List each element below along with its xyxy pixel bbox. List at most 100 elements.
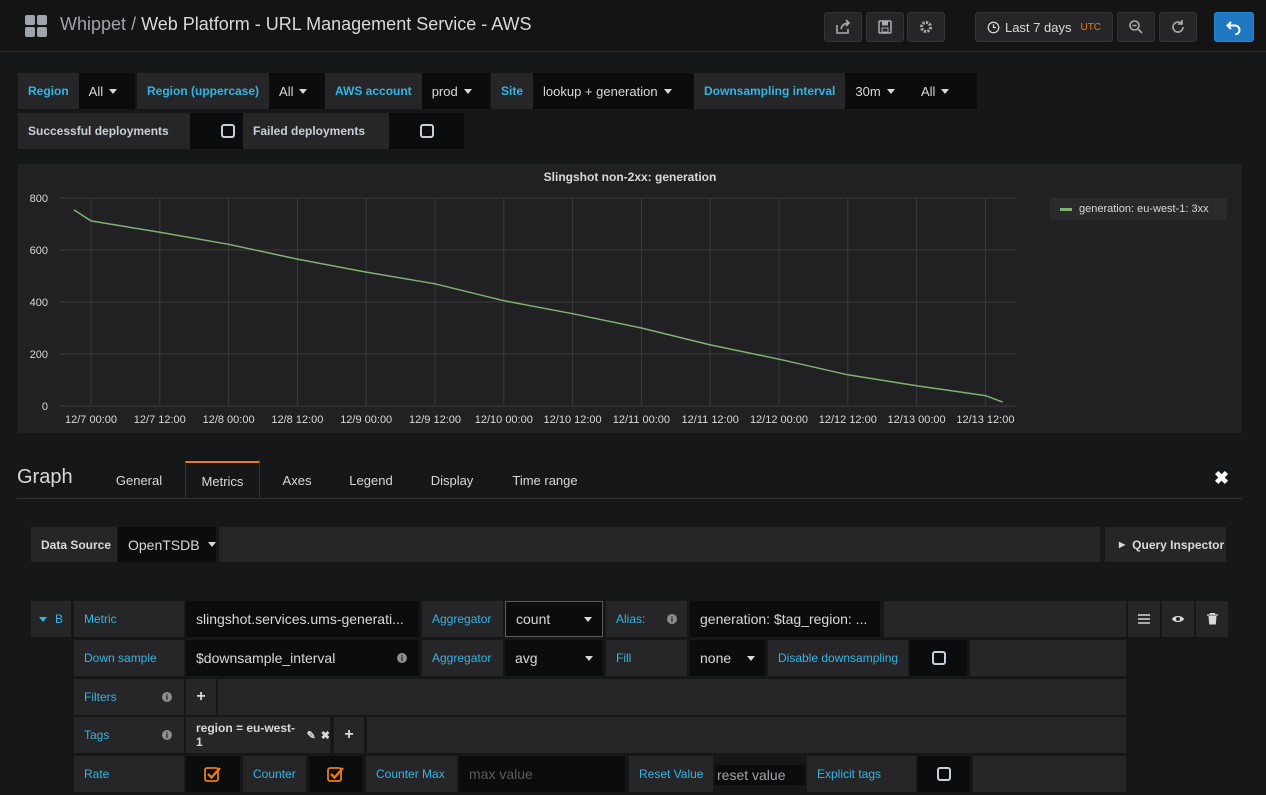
delete-query-button[interactable] bbox=[1196, 601, 1228, 637]
save-button[interactable] bbox=[866, 12, 904, 42]
variable-unnamed[interactable]: All bbox=[911, 73, 977, 109]
x-tick-label: 12/10 00:00 bbox=[475, 414, 533, 426]
dashboard-grid-icon[interactable] bbox=[25, 15, 47, 37]
dashboard-title[interactable]: Web Platform - URL Management Service - … bbox=[141, 14, 531, 34]
settings-button[interactable] bbox=[907, 12, 945, 42]
add-tag-button[interactable]: + bbox=[334, 717, 364, 753]
row-filler bbox=[970, 640, 1126, 676]
pencil-icon[interactable]: ✎ bbox=[307, 729, 316, 742]
tab-divider bbox=[17, 498, 1242, 499]
tab-metrics[interactable]: Metrics bbox=[185, 461, 260, 499]
tab-general[interactable]: General bbox=[103, 461, 175, 499]
ds-aggregator-select[interactable]: avg bbox=[505, 640, 603, 676]
datasource-filler bbox=[219, 527, 1100, 562]
x-tick-label: 12/13 12:00 bbox=[956, 414, 1014, 426]
aggregator-select[interactable]: count bbox=[505, 601, 603, 637]
x-tick-label: 12/11 12:00 bbox=[682, 414, 739, 426]
variable-dropdown[interactable]: prod bbox=[421, 73, 490, 109]
rate-label: Rate bbox=[74, 756, 184, 792]
back-to-dashboard-button[interactable] bbox=[1214, 12, 1254, 42]
annotation-successful-deployments[interactable]: Successful deployments bbox=[18, 113, 265, 149]
legend-item[interactable]: generation: eu-west-1: 3xx bbox=[1050, 198, 1227, 220]
variable-dropdown[interactable]: All bbox=[911, 73, 977, 109]
share-icon bbox=[836, 19, 851, 34]
annotation-failed-deployments[interactable]: Failed deployments bbox=[243, 113, 464, 149]
time-picker-button[interactable]: Last 7 days UTC bbox=[975, 12, 1113, 42]
menu-icon bbox=[1138, 614, 1150, 624]
caret-down-icon bbox=[109, 88, 118, 94]
add-filter-button[interactable]: + bbox=[186, 679, 216, 715]
variable-region-uppercase[interactable]: Region (uppercase) All bbox=[137, 73, 326, 109]
time-range-label: Last 7 days bbox=[1004, 19, 1072, 35]
legend-swatch bbox=[1060, 207, 1072, 211]
line-chart[interactable]: 0 200 400 600 800 12/7 00:00 12/7 12:00 12/8 00… bbox=[18, 164, 1048, 433]
tab-display[interactable]: Display bbox=[418, 461, 486, 499]
close-icon[interactable]: ✖ bbox=[1214, 468, 1229, 489]
annotation-checkbox[interactable] bbox=[389, 113, 464, 149]
info-icon[interactable]: i bbox=[162, 730, 172, 740]
counter-checkbox[interactable] bbox=[309, 756, 363, 792]
alias-input[interactable]: generation: $tag_region: ... bbox=[690, 601, 880, 637]
trash-icon bbox=[1206, 613, 1218, 625]
variable-aws-account[interactable]: AWS account prod bbox=[325, 73, 490, 109]
gear-icon bbox=[920, 21, 932, 33]
refresh-icon bbox=[1172, 20, 1184, 33]
variable-label: Downsampling interval bbox=[694, 73, 846, 109]
rate-checkbox[interactable] bbox=[186, 756, 240, 792]
fill-select[interactable]: none bbox=[690, 640, 765, 676]
metric-input[interactable]: slingshot.services.ums-generati... bbox=[186, 601, 419, 637]
editor-title: Graph bbox=[17, 466, 73, 488]
breadcrumb[interactable]: Whippet / Web Platform - URL Management … bbox=[60, 14, 532, 35]
caret-down-icon bbox=[747, 655, 755, 661]
info-icon[interactable]: i bbox=[667, 614, 677, 624]
datasource-select[interactable]: OpenTSDB bbox=[118, 527, 216, 562]
info-icon[interactable]: i bbox=[162, 692, 172, 702]
datasource-label: Data Source bbox=[31, 527, 117, 562]
variable-dropdown[interactable]: lookup + generation bbox=[533, 73, 700, 109]
reset-value-input[interactable]: reset value bbox=[715, 765, 805, 785]
caret-down-icon bbox=[584, 616, 592, 622]
remove-tag-icon[interactable]: ✖ bbox=[321, 729, 330, 742]
variable-dropdown[interactable]: All bbox=[78, 73, 135, 109]
variable-dropdown[interactable]: All bbox=[269, 73, 326, 109]
x-tick-label: 12/8 00:00 bbox=[203, 414, 255, 426]
annotation-label: Successful deployments bbox=[18, 113, 190, 149]
zoom-out-icon bbox=[1129, 20, 1143, 34]
undo-icon bbox=[1226, 21, 1241, 35]
query-inspector-button[interactable]: ▶ Query Inspector bbox=[1105, 527, 1226, 562]
breadcrumb-app[interactable]: Whippet bbox=[60, 14, 126, 34]
zoom-out-button[interactable] bbox=[1117, 12, 1155, 42]
checkmark-icon bbox=[204, 767, 221, 782]
tags-label: Tags i bbox=[74, 717, 184, 753]
tag-chip[interactable]: region = eu-west-1 ✎ ✖ bbox=[186, 717, 330, 753]
caret-right-icon: ▶ bbox=[1119, 540, 1126, 549]
disable-downsampling-checkbox[interactable] bbox=[910, 640, 967, 676]
tab-time-range[interactable]: Time range bbox=[500, 461, 590, 499]
info-icon[interactable]: i bbox=[397, 653, 407, 663]
counter-max-input[interactable]: max value bbox=[459, 756, 625, 792]
downsample-label: Down sample bbox=[74, 640, 184, 676]
x-tick-label: 12/10 12:00 bbox=[544, 414, 602, 426]
share-button[interactable] bbox=[824, 12, 862, 42]
caret-down-icon bbox=[941, 88, 950, 94]
explicit-tags-label: Explicit tags bbox=[807, 756, 916, 792]
variable-region[interactable]: Region All bbox=[18, 73, 135, 109]
tab-axes[interactable]: Axes bbox=[270, 461, 324, 499]
refresh-button[interactable] bbox=[1159, 12, 1197, 42]
caret-down-icon bbox=[663, 88, 672, 94]
explicit-tags-checkbox[interactable] bbox=[918, 756, 970, 792]
variable-site[interactable]: Site lookup + generation bbox=[491, 73, 700, 109]
series-line bbox=[73, 209, 1003, 403]
variable-label: Region bbox=[18, 73, 79, 109]
collapse-icon bbox=[39, 616, 47, 622]
query-menu-button[interactable] bbox=[1128, 601, 1160, 637]
y-tick-label: 800 bbox=[30, 193, 48, 205]
tab-legend[interactable]: Legend bbox=[336, 461, 406, 499]
plus-icon: + bbox=[344, 726, 354, 743]
query-ref-toggle[interactable]: B bbox=[31, 601, 71, 637]
x-tick-label: 12/7 12:00 bbox=[134, 414, 186, 426]
variable-label: Site bbox=[491, 73, 534, 109]
downsample-input[interactable]: $downsample_interval i bbox=[186, 640, 419, 676]
toggle-visibility-button[interactable] bbox=[1162, 601, 1194, 637]
variable-downsampling-interval[interactable]: Downsampling interval 30m bbox=[694, 73, 924, 109]
